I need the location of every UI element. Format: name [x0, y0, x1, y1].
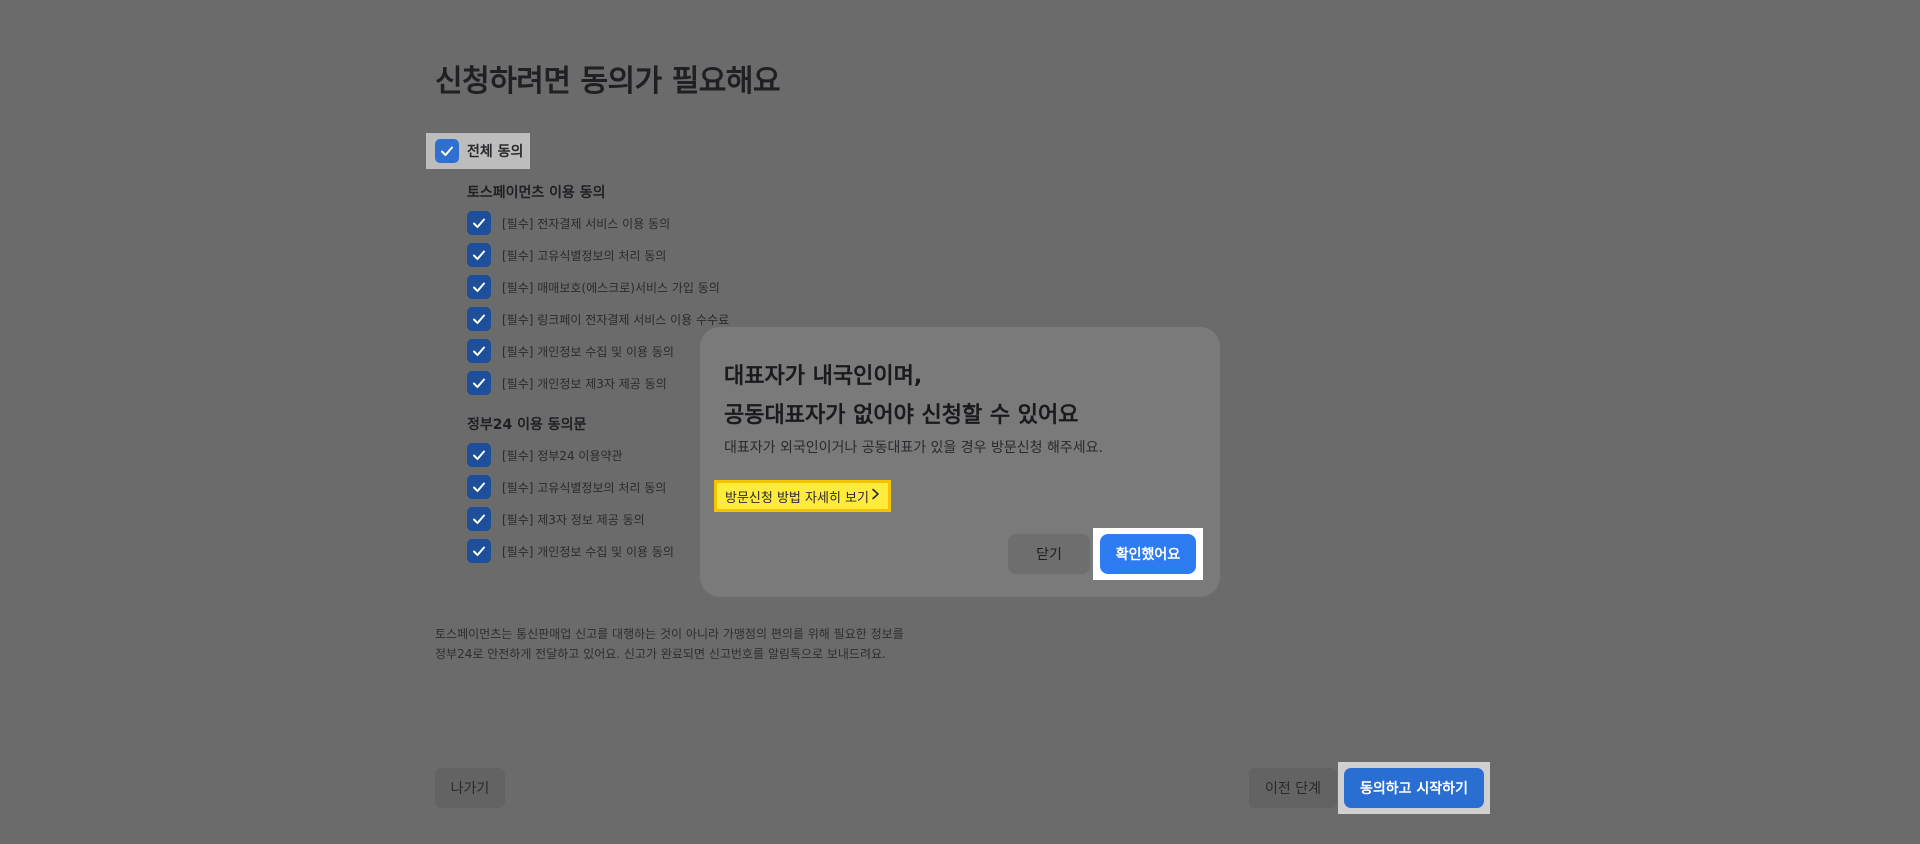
service-notice: 토스페이먼츠는 통신판매업 신고를 대행하는 것이 아니라 가맹점의 편의를 위…: [435, 624, 915, 664]
exit-button[interactable]: 나가기: [435, 768, 505, 808]
visit-application-guide-link[interactable]: 방문신청 방법 자세히 보기: [714, 480, 891, 512]
all-agree-checkbox[interactable]: 전체 동의: [426, 133, 530, 169]
link-label: 방문신청 방법 자세히 보기: [725, 490, 869, 506]
agree-item[interactable]: [필수] 고유식별정보의 처리 동의: [467, 243, 666, 267]
check-icon: [467, 339, 491, 363]
agree-item-label[interactable]: [필수] 개인정보 수집 및 이용 동의: [502, 543, 674, 560]
confirm-button[interactable]: 확인했어요: [1100, 534, 1196, 574]
agree-and-start-button[interactable]: 동의하고 시작하기: [1344, 768, 1484, 808]
agree-item-label[interactable]: [필수] 고유식별정보의 처리 동의: [502, 247, 666, 264]
dialog-title-line: 공동대표자가 없어야 신청할 수 있어요: [724, 403, 1079, 428]
group-title-tosspayments: 토스페이먼츠 이용 동의: [467, 185, 606, 201]
check-icon: [467, 507, 491, 531]
previous-step-button[interactable]: 이전 단계: [1249, 768, 1337, 808]
agree-item[interactable]: [필수] 제3자 정보 제공 동의: [467, 507, 645, 531]
check-icon: [467, 243, 491, 267]
agree-item[interactable]: [필수] 고유식별정보의 처리 동의: [467, 475, 666, 499]
check-icon: [467, 443, 491, 467]
check-icon: [435, 139, 459, 163]
dialog-description: 대표자가 외국인이거나 공동대표가 있을 경우 방문신청 해주세요.: [724, 440, 1103, 456]
agree-item-label[interactable]: [필수] 제3자 정보 제공 동의: [502, 511, 645, 528]
check-icon: [467, 275, 491, 299]
agree-item-label[interactable]: [필수] 개인정보 제3자 제공 동의: [502, 375, 667, 392]
notice-line: 정부24로 안전하게 전달하고 있어요. 신고가 완료되면 신고번호를 알림톡으…: [435, 647, 886, 661]
agree-item[interactable]: [필수] 링크페이 전자결제 서비스 이용 수수료: [467, 307, 729, 331]
agree-item[interactable]: [필수] 개인정보 제3자 제공 동의: [467, 371, 667, 395]
chevron-right-icon: [871, 488, 880, 504]
start-button-highlight: 동의하고 시작하기: [1338, 762, 1490, 814]
confirm-button-highlight: 확인했어요: [1093, 528, 1203, 580]
check-icon: [467, 475, 491, 499]
check-icon: [467, 371, 491, 395]
agree-item[interactable]: [필수] 개인정보 수집 및 이용 동의: [467, 339, 674, 363]
agree-item-label[interactable]: [필수] 링크페이 전자결제 서비스 이용 수수료: [502, 311, 729, 328]
agree-item-label[interactable]: [필수] 정부24 이용약관: [502, 447, 623, 464]
page-title: 신청하려면 동의가 필요해요: [435, 64, 781, 99]
agree-item[interactable]: [필수] 개인정보 수집 및 이용 동의: [467, 539, 674, 563]
close-button[interactable]: 닫기: [1008, 534, 1090, 574]
group-title-gov24: 정부24 이용 동의문: [467, 417, 587, 433]
agree-item-label[interactable]: [필수] 매매보호(에스크로)서비스 가입 동의: [502, 279, 720, 296]
dialog-title: 대표자가 내국인이며, 공동대표자가 없어야 신청할 수 있어요: [724, 357, 1078, 435]
agree-item-label[interactable]: [필수] 개인정보 수집 및 이용 동의: [502, 343, 674, 360]
notice-line: 토스페이먼츠는 통신판매업 신고를 대행하는 것이 아니라 가맹점의 편의를 위…: [435, 627, 904, 641]
check-icon: [467, 307, 491, 331]
dialog-title-line: 대표자가 내국인이며,: [724, 364, 923, 389]
agree-item[interactable]: [필수] 전자결제 서비스 이용 동의: [467, 211, 670, 235]
check-icon: [467, 211, 491, 235]
agree-item-label[interactable]: [필수] 고유식별정보의 처리 동의: [502, 479, 666, 496]
check-icon: [467, 539, 491, 563]
all-agree-label: 전체 동의: [467, 144, 524, 160]
agree-item[interactable]: [필수] 정부24 이용약관: [467, 443, 623, 467]
agree-item-label[interactable]: [필수] 전자결제 서비스 이용 동의: [502, 215, 670, 232]
eligibility-dialog: 대표자가 내국인이며, 공동대표자가 없어야 신청할 수 있어요 대표자가 외국…: [700, 327, 1220, 597]
agree-item[interactable]: [필수] 매매보호(에스크로)서비스 가입 동의: [467, 275, 720, 299]
